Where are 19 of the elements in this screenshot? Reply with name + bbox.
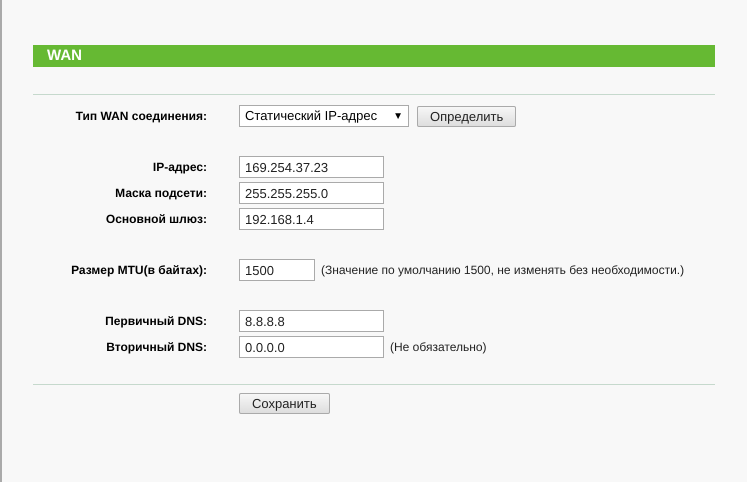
field-label: Размер MTU(в байтах):: [70, 262, 207, 279]
detect-button[interactable]: Определить: [417, 106, 516, 126]
input-field[interactable]: 192.168.1.4: [239, 208, 384, 230]
field-label: Первичный DNS:: [104, 313, 207, 330]
field-label: Основной шлюз:: [104, 211, 207, 228]
field-label: Маска подсети:: [114, 185, 207, 202]
input-field[interactable]: 255.255.255.0: [239, 182, 384, 204]
connection-type-dropdown[interactable]: Статический IP-адрес ▼: [239, 105, 409, 127]
input-field[interactable]: 8.8.8.8: [239, 310, 384, 332]
hint-text: (Значение по умолчанию 1500, не изменять без необходимости.): [321, 262, 684, 279]
field-label: Тип WAN соединения:: [74, 108, 207, 125]
input-field[interactable]: 169.254.37.23: [239, 156, 384, 178]
section-header: WAN: [33, 45, 715, 67]
hint-text: (Не обязательно): [390, 339, 487, 356]
input-field[interactable]: 0.0.0.0: [239, 336, 384, 358]
input-field[interactable]: 1500: [239, 259, 315, 281]
field-label: Вторичный DNS:: [105, 339, 207, 356]
field-label: IP-адрес:: [152, 159, 207, 176]
save-button[interactable]: Сохранить: [239, 393, 330, 414]
